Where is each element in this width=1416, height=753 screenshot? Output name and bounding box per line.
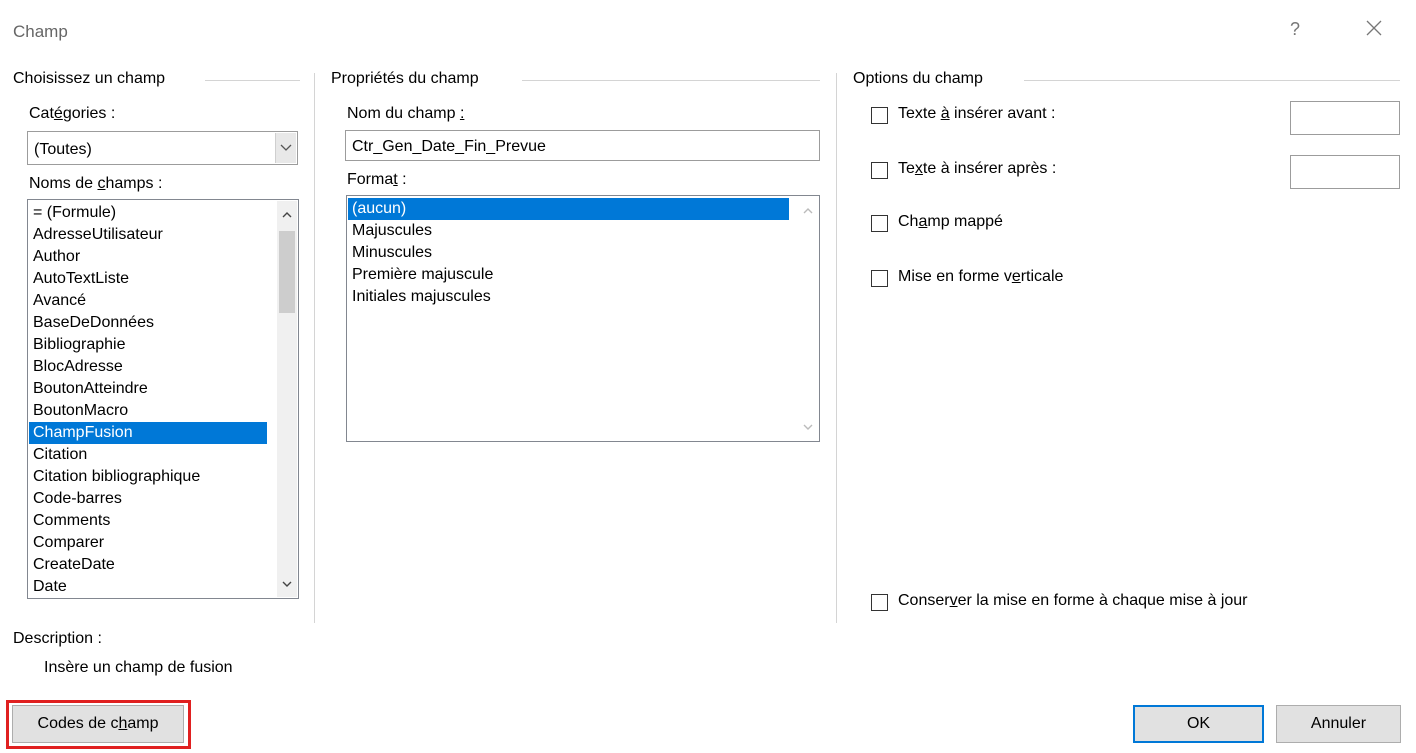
mapped-field-checkbox[interactable] [871,215,888,232]
field-name-item[interactable]: AdresseUtilisateur [29,224,267,246]
scroll-up-icon[interactable] [282,205,292,223]
field-name-item[interactable]: CreateDate [29,554,267,576]
format-list-scrollbar[interactable] [798,197,818,440]
text-before-checkbox[interactable] [871,107,888,124]
format-item[interactable]: Majuscules [348,220,789,242]
field-name-item[interactable]: Date [29,576,267,598]
field-codes-button[interactable]: Codes de c h amp [12,705,184,743]
chevron-down-icon[interactable] [275,133,296,163]
field-name-input[interactable]: Ctr_Gen_Date_Fin_Prevue [345,130,820,161]
text-before-input[interactable] [1290,101,1400,135]
scrollbar-thumb[interactable] [279,231,295,313]
format-list[interactable]: (aucun) Majuscules Minuscules Première maju… [346,195,820,442]
close-icon[interactable] [1362,16,1386,40]
field-name-item[interactable]: BoutonAtteindre [29,378,267,400]
description-label: Description : [13,630,102,647]
scroll-up-icon[interactable] [803,201,813,219]
vertical-format-checkbox[interactable] [871,270,888,287]
column-separator [314,73,315,623]
help-icon[interactable]: ? [1290,19,1300,40]
field-names-list[interactable]: = (Formule) AdresseUtilisateur Author AutoT… [27,199,299,599]
format-label: Format : [347,171,407,188]
description-text: Insère un champ de fusion [44,659,233,676]
field-name-item[interactable]: Comments [29,510,267,532]
format-item[interactable]: Minuscules [348,242,789,264]
field-name-item[interactable]: Author [29,246,267,268]
field-name-item[interactable]: = (Formule) [29,202,267,224]
section-divider [1024,80,1400,81]
field-name-item[interactable]: BaseDeDonnées [29,312,267,334]
field-name-item[interactable]: ChampFusion [29,422,267,444]
field-options-section-title: Options du champ [853,70,983,87]
cancel-button[interactable]: Annuler [1276,705,1401,743]
format-item[interactable]: (aucun) [348,198,789,220]
text-before-label: Texte à insérer avant : [898,105,1056,122]
section-divider [522,80,820,81]
field-names-scrollbar[interactable] [277,201,297,597]
vertical-format-label: Mise en forme verticale [898,268,1064,285]
section-divider [205,80,300,81]
field-name-item[interactable]: BlocAdresse [29,356,267,378]
scroll-down-icon[interactable] [282,575,292,593]
mapped-field-label: Champ mappé [898,213,1003,230]
field-name-input-value: Ctr_Gen_Date_Fin_Prevue [352,138,546,155]
field-properties-section-title: Propriétés du champ [331,70,479,87]
field-name-item[interactable]: Comparer [29,532,267,554]
format-item[interactable]: Première majuscule [348,264,789,286]
dialog-title: Champ [13,22,68,41]
format-item[interactable]: Initiales majuscules [348,286,789,308]
preserve-format-checkbox[interactable] [871,594,888,611]
choose-field-section-title: Choisissez un champ [13,70,166,87]
text-after-checkbox[interactable] [871,162,888,179]
text-after-label: Texte à insérer après : [898,160,1057,177]
field-name-item[interactable]: Citation bibliographique [29,466,267,488]
categories-dropdown-value: (Toutes) [34,141,92,158]
field-name-item[interactable]: Avancé [29,290,267,312]
field-name-item[interactable]: AutoTextListe [29,268,267,290]
field-name-item[interactable]: Code-barres [29,488,267,510]
text-after-input[interactable] [1290,155,1400,189]
categories-dropdown[interactable]: (Toutes) [27,131,298,165]
scroll-down-icon[interactable] [803,418,813,436]
field-name-item[interactable]: Citation [29,444,267,466]
column-separator [836,73,837,623]
field-name-label: Nom du champ : [347,105,465,122]
ok-button[interactable]: OK [1133,705,1264,743]
field-names-label: Noms de champs : [29,175,163,192]
field-name-item[interactable]: BoutonMacro [29,400,267,422]
field-name-item[interactable]: Bibliographie [29,334,267,356]
categories-label: Catégories : [29,105,116,122]
preserve-format-label: Conserver la mise en forme à chaque mise… [898,592,1248,609]
